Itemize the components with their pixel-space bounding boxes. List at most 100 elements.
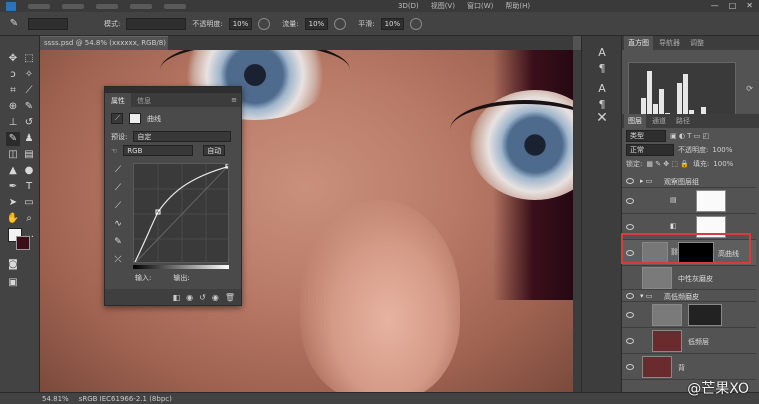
minimize-button[interactable]: — — [711, 1, 719, 10]
hand-tool-icon[interactable]: ✋ — [6, 212, 20, 226]
curve-graph[interactable] — [133, 163, 229, 263]
layer-row[interactable]: 背 — [622, 354, 756, 380]
menu-item-blurred[interactable] — [96, 3, 118, 9]
screen-mode-icon[interactable]: ▣ — [6, 276, 20, 290]
blur-tool-icon[interactable]: ▲ — [6, 164, 20, 178]
pen-tool-icon[interactable]: ✒ — [6, 180, 20, 194]
layer-row[interactable]: 低频层 — [622, 328, 756, 354]
layer-visibility-icon[interactable] — [626, 338, 634, 344]
brush-tool-icon[interactable]: ✎ — [6, 17, 22, 31]
airbrush-icon[interactable] — [334, 17, 347, 30]
paragraph-panel-icon[interactable]: ¶ — [594, 62, 610, 76]
layer-visibility-icon[interactable] — [626, 178, 634, 184]
smoothing-options-icon[interactable] — [410, 17, 423, 30]
close-button[interactable]: ✕ — [746, 1, 753, 10]
brush-tool-icon[interactable]: ✎ — [22, 100, 36, 114]
character-panel-icon[interactable]: A — [594, 46, 610, 60]
eyedropper-tool-icon[interactable]: ⟋ — [22, 84, 36, 98]
layer-visibility-icon[interactable] — [626, 293, 634, 299]
type-tool-icon[interactable]: T — [22, 180, 36, 194]
marquee-tool-icon[interactable]: ⬚ — [22, 52, 36, 66]
stamp-tool-icon[interactable]: ♟ — [22, 132, 36, 146]
curve-pencil-icon[interactable]: ✎ — [113, 237, 123, 247]
lock-icons[interactable]: ▦ ✎ ✥ ⬚ 🔒 — [646, 160, 689, 168]
opacity-input[interactable]: 10% — [228, 17, 253, 30]
move-tool-icon[interactable]: ✥ — [6, 52, 20, 66]
visibility-eye-icon[interactable]: ◉ — [212, 293, 219, 302]
layer-mask-thumbnail[interactable] — [696, 190, 726, 212]
smoothing-input[interactable]: 10% — [380, 17, 405, 30]
zoom-tool-icon[interactable]: ⌕ — [22, 212, 36, 226]
layer-thumbnail[interactable] — [652, 330, 682, 352]
layer-visibility-icon[interactable] — [626, 198, 634, 204]
flow-input[interactable]: 10% — [304, 17, 329, 30]
view-previous-icon[interactable]: ◉ — [186, 293, 193, 302]
clone-stamp-tool-icon[interactable]: ⊥ — [6, 116, 20, 130]
menu-item-blurred[interactable] — [164, 3, 186, 9]
curve-edit-points-icon[interactable]: ∿ — [113, 219, 123, 229]
layer-thumbnail[interactable] — [652, 304, 682, 326]
preset-select[interactable]: 自定 — [133, 131, 232, 142]
gradient-tool-icon[interactable]: ▤ — [22, 148, 36, 162]
reset-icon[interactable]: ↺ — [199, 293, 206, 302]
shape-tool-icon[interactable]: ▭ — [22, 196, 36, 210]
blend-mode-select[interactable]: 正常 — [626, 144, 674, 156]
lasso-tool-icon[interactable]: ↄ — [6, 68, 20, 82]
eraser-tool-icon[interactable]: ◫ — [6, 148, 20, 162]
layer-visibility-icon[interactable] — [626, 364, 634, 370]
background-color-swatch[interactable] — [16, 236, 30, 250]
layer-row[interactable] — [622, 302, 756, 328]
folder-icon[interactable]: ▾ ▭ — [640, 292, 652, 300]
tools-preset-icon[interactable]: ✕ — [594, 110, 610, 126]
clip-to-layer-icon[interactable]: ◧ — [173, 293, 181, 302]
zoom-level[interactable]: 54.81% — [42, 395, 69, 403]
tab-info[interactable]: 信息 — [131, 93, 157, 107]
panel-menu-icon[interactable]: ≡ — [227, 93, 241, 107]
quick-select-tool-icon[interactable]: ✧ — [22, 68, 36, 82]
path-select-tool-icon[interactable]: ➤ — [6, 196, 20, 210]
layer-row[interactable]: ▾ ▭ 高低频磨皮 — [622, 290, 756, 302]
tab-layers[interactable]: 图层 — [624, 114, 646, 128]
menu-item-window[interactable]: 窗口(W) — [467, 1, 493, 11]
menu-item-help[interactable]: 帮助(H) — [505, 1, 530, 11]
tab-properties[interactable]: 属性 — [105, 93, 131, 107]
auto-button[interactable]: 自动 — [203, 145, 226, 156]
layer-mask-icon[interactable] — [129, 113, 141, 124]
tab-navigator[interactable]: 导航器 — [655, 36, 684, 50]
menu-item-blurred[interactable] — [62, 3, 84, 9]
tab-adjustments[interactable]: 调整 — [686, 36, 708, 50]
channel-select[interactable]: RGB — [123, 145, 194, 156]
pressure-opacity-icon[interactable] — [258, 17, 271, 30]
canvas-vertical-scrollbar[interactable] — [573, 50, 581, 392]
delete-icon[interactable]: 🗑 — [225, 293, 235, 302]
layer-row[interactable]: ▤ — [622, 188, 756, 214]
folder-icon[interactable]: ▸ ▭ — [640, 177, 652, 185]
high-frequency-thumbnail[interactable] — [688, 304, 722, 326]
layer-opacity-value[interactable]: 100% — [712, 146, 732, 154]
document-tab[interactable]: ssss.psd @ 54.8% (xxxxxx, RGB/8) — [38, 36, 168, 50]
menu-item-view[interactable]: 视图(V) — [431, 1, 455, 11]
menu-item-3d[interactable]: 3D(D) — [398, 2, 419, 10]
tab-channels[interactable]: 通道 — [648, 114, 670, 128]
histogram-refresh-icon[interactable]: ⟳ — [746, 84, 753, 93]
maximize-button[interactable]: □ — [729, 1, 737, 10]
black-point-eyedropper-icon[interactable]: ⟋ — [113, 165, 123, 175]
crop-tool-icon[interactable]: ⌗ — [6, 84, 20, 98]
layer-row[interactable]: 中性灰磨皮 — [622, 266, 756, 290]
history-brush-tool-icon[interactable]: ↺ — [22, 116, 36, 130]
layer-row[interactable]: ▸ ▭ 观察图层组 — [622, 174, 756, 188]
quick-mask-icon[interactable]: ◙ — [6, 258, 20, 272]
filter-icons[interactable]: ▣ ◐ T ▭ ◰ — [670, 132, 709, 140]
target-adjust-icon[interactable]: ☜ — [111, 147, 117, 155]
menu-item-blurred[interactable] — [28, 3, 50, 9]
tab-paths[interactable]: 路径 — [672, 114, 694, 128]
character-style-icon[interactable]: A — [594, 82, 610, 96]
brush-tool-active-icon[interactable]: ✎ — [6, 132, 20, 146]
layer-filter-select[interactable]: 类型 — [626, 130, 666, 142]
mode-select[interactable] — [126, 17, 187, 30]
layer-visibility-icon[interactable] — [626, 224, 634, 230]
menu-item-blurred[interactable] — [130, 3, 152, 9]
fill-value[interactable]: 100% — [713, 160, 733, 168]
smooth-curve-icon[interactable]: ⤫ — [113, 255, 123, 265]
layer-thumbnail[interactable] — [642, 356, 672, 378]
